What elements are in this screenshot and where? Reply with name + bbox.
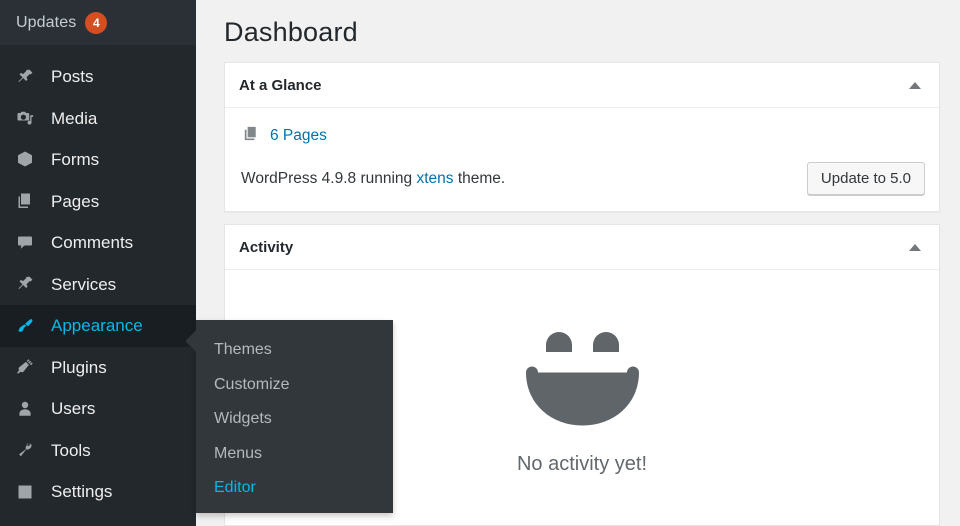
flyout-pointer-icon bbox=[186, 329, 202, 355]
submenu-item-label: Customize bbox=[214, 375, 290, 393]
comments-icon bbox=[12, 230, 38, 256]
activity-header: Activity bbox=[225, 225, 939, 270]
submenu-item-label: Themes bbox=[214, 341, 272, 359]
appearance-submenu: Themes Customize Widgets Menus Editor bbox=[196, 320, 393, 513]
version-text: WordPress 4.9.8 running xtens theme. bbox=[241, 170, 505, 188]
wordpress-admin-screen: Updates 4 Posts Media Forms Pages Commen… bbox=[0, 0, 960, 526]
collapse-toggle-icon[interactable] bbox=[903, 235, 927, 259]
media-icon bbox=[12, 105, 38, 131]
pages-icon bbox=[241, 124, 260, 148]
sidebar-item-comments[interactable]: Comments bbox=[0, 222, 196, 264]
sidebar-item-label: Tools bbox=[51, 440, 91, 460]
version-prefix: WordPress 4.9.8 running bbox=[241, 169, 417, 187]
sidebar-item-settings[interactable]: Settings bbox=[0, 471, 196, 513]
sidebar-item-forms[interactable]: Forms bbox=[0, 139, 196, 181]
sliders-icon bbox=[12, 479, 38, 505]
submenu-item-themes[interactable]: Themes bbox=[196, 333, 393, 368]
admin-sidebar: Updates 4 Posts Media Forms Pages Commen… bbox=[0, 0, 196, 526]
sidebar-item-label: Pages bbox=[51, 191, 100, 211]
updates-count-badge: 4 bbox=[85, 11, 108, 34]
at-a-glance-panel: At a Glance 6 Pages WordPress 4.9.8 runn… bbox=[224, 62, 940, 212]
sidebar-item-plugins[interactable]: Plugins bbox=[0, 347, 196, 389]
update-button[interactable]: Update to 5.0 bbox=[806, 162, 925, 195]
pages-stat: 6 Pages bbox=[241, 124, 925, 148]
pushpin-icon bbox=[12, 64, 38, 90]
collapse-toggle-icon[interactable] bbox=[903, 73, 927, 97]
sidebar-item-label: Forms bbox=[51, 150, 100, 170]
pushpin-icon bbox=[12, 271, 38, 297]
pages-icon bbox=[12, 188, 38, 214]
sidebar-item-tools[interactable]: Tools bbox=[0, 430, 196, 472]
sidebar-item-label: Settings bbox=[51, 482, 113, 502]
wrench-icon bbox=[12, 437, 38, 463]
version-suffix: theme. bbox=[453, 169, 506, 187]
sidebar-item-users[interactable]: Users bbox=[0, 388, 196, 430]
sidebar-item-label: Plugins bbox=[51, 357, 107, 377]
sidebar-item-label: Posts bbox=[51, 67, 94, 87]
sidebar-item-updates[interactable]: Updates 4 bbox=[0, 0, 196, 45]
sidebar-item-posts[interactable]: Posts bbox=[0, 56, 196, 98]
submenu-item-editor[interactable]: Editor bbox=[196, 471, 393, 506]
version-row: WordPress 4.9.8 running xtens theme. Upd… bbox=[239, 162, 925, 195]
sidebar-item-label: Media bbox=[51, 108, 98, 128]
submenu-item-menus[interactable]: Menus bbox=[196, 437, 393, 472]
sidebar-item-label: Services bbox=[51, 274, 117, 294]
forms-icon bbox=[12, 147, 38, 173]
submenu-item-label: Widgets bbox=[214, 410, 272, 428]
paintbrush-icon bbox=[12, 313, 38, 339]
sidebar-item-pages[interactable]: Pages bbox=[0, 181, 196, 223]
submenu-item-label: Menus bbox=[214, 444, 263, 462]
updates-label: Updates bbox=[16, 13, 77, 31]
sidebar-item-label: Users bbox=[51, 399, 96, 419]
no-activity-message: No activity yet! bbox=[516, 452, 648, 475]
sidebar-item-services[interactable]: Services bbox=[0, 264, 196, 306]
pages-count-link[interactable]: 6 Pages bbox=[270, 127, 327, 145]
user-icon bbox=[12, 396, 38, 422]
panel-title: Activity bbox=[239, 238, 294, 256]
sidebar-item-label: Appearance bbox=[51, 316, 143, 336]
page-title: Dashboard bbox=[224, 17, 358, 47]
theme-link[interactable]: xtens bbox=[416, 170, 453, 187]
sidebar-item-appearance[interactable]: Appearance bbox=[0, 305, 196, 347]
submenu-item-customize[interactable]: Customize bbox=[196, 368, 393, 403]
sidebar-item-media[interactable]: Media bbox=[0, 98, 196, 140]
smiley-face-icon bbox=[525, 331, 639, 426]
submenu-item-label: Editor bbox=[214, 479, 256, 497]
plugin-icon bbox=[12, 354, 38, 380]
at-a-glance-header: At a Glance bbox=[225, 63, 939, 108]
submenu-item-widgets[interactable]: Widgets bbox=[196, 402, 393, 437]
sidebar-menu: Posts Media Forms Pages Comments Service… bbox=[0, 45, 196, 513]
sidebar-item-label: Comments bbox=[51, 233, 134, 253]
panel-title: At a Glance bbox=[239, 76, 322, 94]
at-a-glance-body: 6 Pages WordPress 4.9.8 running xtens th… bbox=[225, 108, 939, 211]
